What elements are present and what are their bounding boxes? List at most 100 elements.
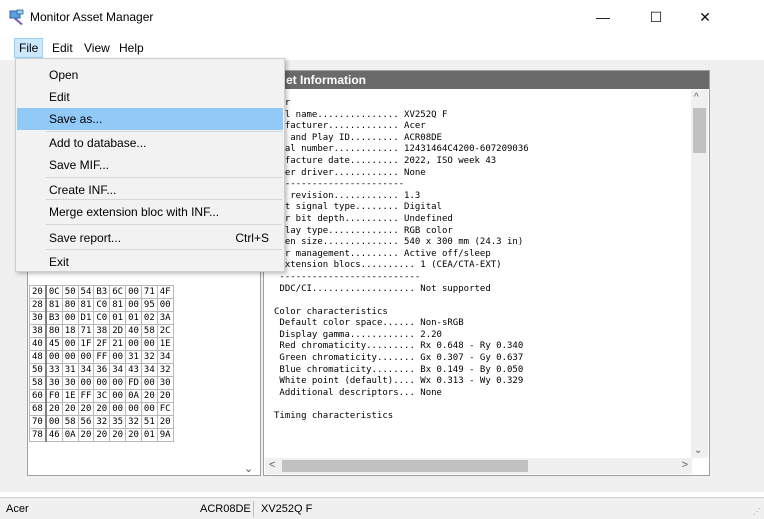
hex-address: 28 <box>28 298 47 312</box>
scroll-thumb[interactable] <box>282 460 528 472</box>
status-model: XV252Q F <box>261 503 313 515</box>
hex-byte: 0A <box>125 389 142 403</box>
file-menu-item-create-inf[interactable]: Create INF... <box>17 179 283 201</box>
info-line: -------------------------- <box>274 271 421 282</box>
hex-byte: 34 <box>140 363 158 377</box>
info-line: lter driver............ None <box>274 167 426 178</box>
info-line: splay type............. RGB color <box>274 225 453 236</box>
hex-row: 58 30 30 00 00 00 FD 00 30 <box>28 376 174 390</box>
maximize-button[interactable]: ☐ <box>633 0 679 34</box>
hex-byte: 00 <box>61 337 79 351</box>
info-panel-header: et Information <box>264 71 709 89</box>
info-line: ID revision............ 1.3 <box>274 190 421 201</box>
info-line: Timing characteristics <box>274 411 394 422</box>
hex-byte: 20 <box>156 415 174 429</box>
menu-item-label: Merge extension bloc with INF... <box>49 205 220 219</box>
minimize-button[interactable]: — <box>580 0 626 34</box>
hex-byte: 1E <box>156 337 174 351</box>
info-line: rial number............ 12431464C4200-60… <box>274 144 529 155</box>
hex-address: 70 <box>28 415 47 429</box>
hex-byte: 00 <box>156 298 174 312</box>
hex-byte: 00 <box>93 376 111 390</box>
hex-byte: 40 <box>125 324 142 338</box>
hex-byte: 54 <box>77 285 95 299</box>
info-text: tordel name............... XV252Q Fnufac… <box>274 98 684 458</box>
info-line: nufacturer............. Acer <box>274 121 426 132</box>
info-line: Red chromaticity......... Rx 0.648 - Ry … <box>274 341 524 352</box>
hex-byte: 3A <box>156 311 174 325</box>
hex-byte: FF <box>93 350 111 364</box>
resize-grip-icon[interactable]: ⋰ <box>753 507 761 516</box>
hex-row: 50 33 31 34 36 34 43 34 32 <box>28 363 174 377</box>
hex-byte: 95 <box>140 298 158 312</box>
chevron-up-icon[interactable]: ^ <box>694 92 699 103</box>
menu-separator <box>46 177 282 178</box>
menu-file[interactable]: File <box>14 38 44 58</box>
hex-row: 28 81 80 81 C0 81 00 95 00 <box>28 298 174 312</box>
hex-address: 58 <box>28 376 47 390</box>
info-line <box>274 399 684 411</box>
hex-byte: 50 <box>61 285 79 299</box>
info-line: put signal type........ Digital <box>274 202 442 213</box>
file-menu-item-edit[interactable]: Edit <box>17 86 283 108</box>
hex-row: 68 20 20 20 20 00 00 00 FC <box>28 402 174 416</box>
hex-byte: 1E <box>61 389 79 403</box>
close-button[interactable]: ✕ <box>682 0 728 34</box>
file-menu-item-save-mif[interactable]: Save MIF... <box>17 154 283 176</box>
info-line: nufacture date......... 2022, ISO week 4… <box>274 155 497 166</box>
menu-view[interactable]: View <box>80 38 114 58</box>
info-line: Blue chromaticity........ Bx 0.149 - By … <box>274 364 524 375</box>
hex-byte: 20 <box>61 402 79 416</box>
hex-byte: 00 <box>109 389 127 403</box>
vertical-scrollbar[interactable]: ^ ⌄ <box>691 90 708 458</box>
hex-byte: 2C <box>156 324 174 338</box>
menu-item-label: Save as... <box>49 112 103 126</box>
hex-byte: 80 <box>61 298 79 312</box>
hex-byte: FD <box>125 376 142 390</box>
info-line: Display gamma............ 2.20 <box>274 329 442 340</box>
hex-byte: 00 <box>77 376 95 390</box>
info-line: Additional descriptors... None <box>274 387 442 398</box>
file-menu-item-save-report[interactable]: Save report... Ctrl+S <box>17 227 283 249</box>
hex-byte: 20 <box>45 402 63 416</box>
file-menu-item-save-as[interactable]: Save as... <box>17 108 283 130</box>
file-menu-item-exit[interactable]: Exit <box>17 251 283 273</box>
hex-address: 20 <box>28 285 47 299</box>
chevron-down-icon[interactable]: ⌄ <box>694 445 702 456</box>
hex-byte: 32 <box>93 415 111 429</box>
hex-byte: 71 <box>140 285 158 299</box>
hex-row: 20 0C 50 54 B3 6C 00 71 4F <box>28 285 174 299</box>
horizontal-scrollbar[interactable]: < > <box>265 458 692 474</box>
hex-byte: 4F <box>156 285 174 299</box>
hex-byte: 20 <box>125 428 142 442</box>
info-line: Green chromaticity....... Gx 0.307 - Gy … <box>274 353 524 364</box>
hex-byte: 00 <box>125 402 142 416</box>
hex-byte: 00 <box>125 298 142 312</box>
hex-byte: 30 <box>61 376 79 390</box>
hex-byte: 81 <box>77 298 95 312</box>
hex-address: 50 <box>28 363 47 377</box>
chevron-down-icon[interactable]: ⌄ <box>244 462 253 475</box>
hex-byte: 1F <box>77 337 95 351</box>
hex-byte: 20 <box>77 428 95 442</box>
hex-byte: 01 <box>125 311 142 325</box>
hex-byte: 31 <box>125 350 142 364</box>
info-line: del name............... XV252Q F <box>274 109 448 120</box>
app-icon <box>9 9 24 25</box>
hex-byte: 18 <box>61 324 79 338</box>
hex-byte: FC <box>156 402 174 416</box>
hex-byte: 36 <box>93 363 111 377</box>
menu-bar: File Edit View Help <box>0 38 764 58</box>
hex-byte: 32 <box>156 363 174 377</box>
chevron-left-icon[interactable]: < <box>269 459 275 471</box>
hex-byte: 2F <box>93 337 111 351</box>
menu-help[interactable]: Help <box>115 38 148 58</box>
scroll-thumb[interactable] <box>693 108 706 153</box>
file-menu-item-merge-extension-bloc-with-inf[interactable]: Merge extension bloc with INF... <box>17 201 283 223</box>
chevron-right-icon[interactable]: > <box>682 459 688 471</box>
hex-byte: 20 <box>93 402 111 416</box>
file-menu-item-add-to-database[interactable]: Add to database... <box>17 132 283 154</box>
file-menu-item-open[interactable]: Open <box>17 64 283 86</box>
hex-scrollbar[interactable]: ⌄ <box>242 285 259 475</box>
menu-edit[interactable]: Edit <box>48 38 77 58</box>
